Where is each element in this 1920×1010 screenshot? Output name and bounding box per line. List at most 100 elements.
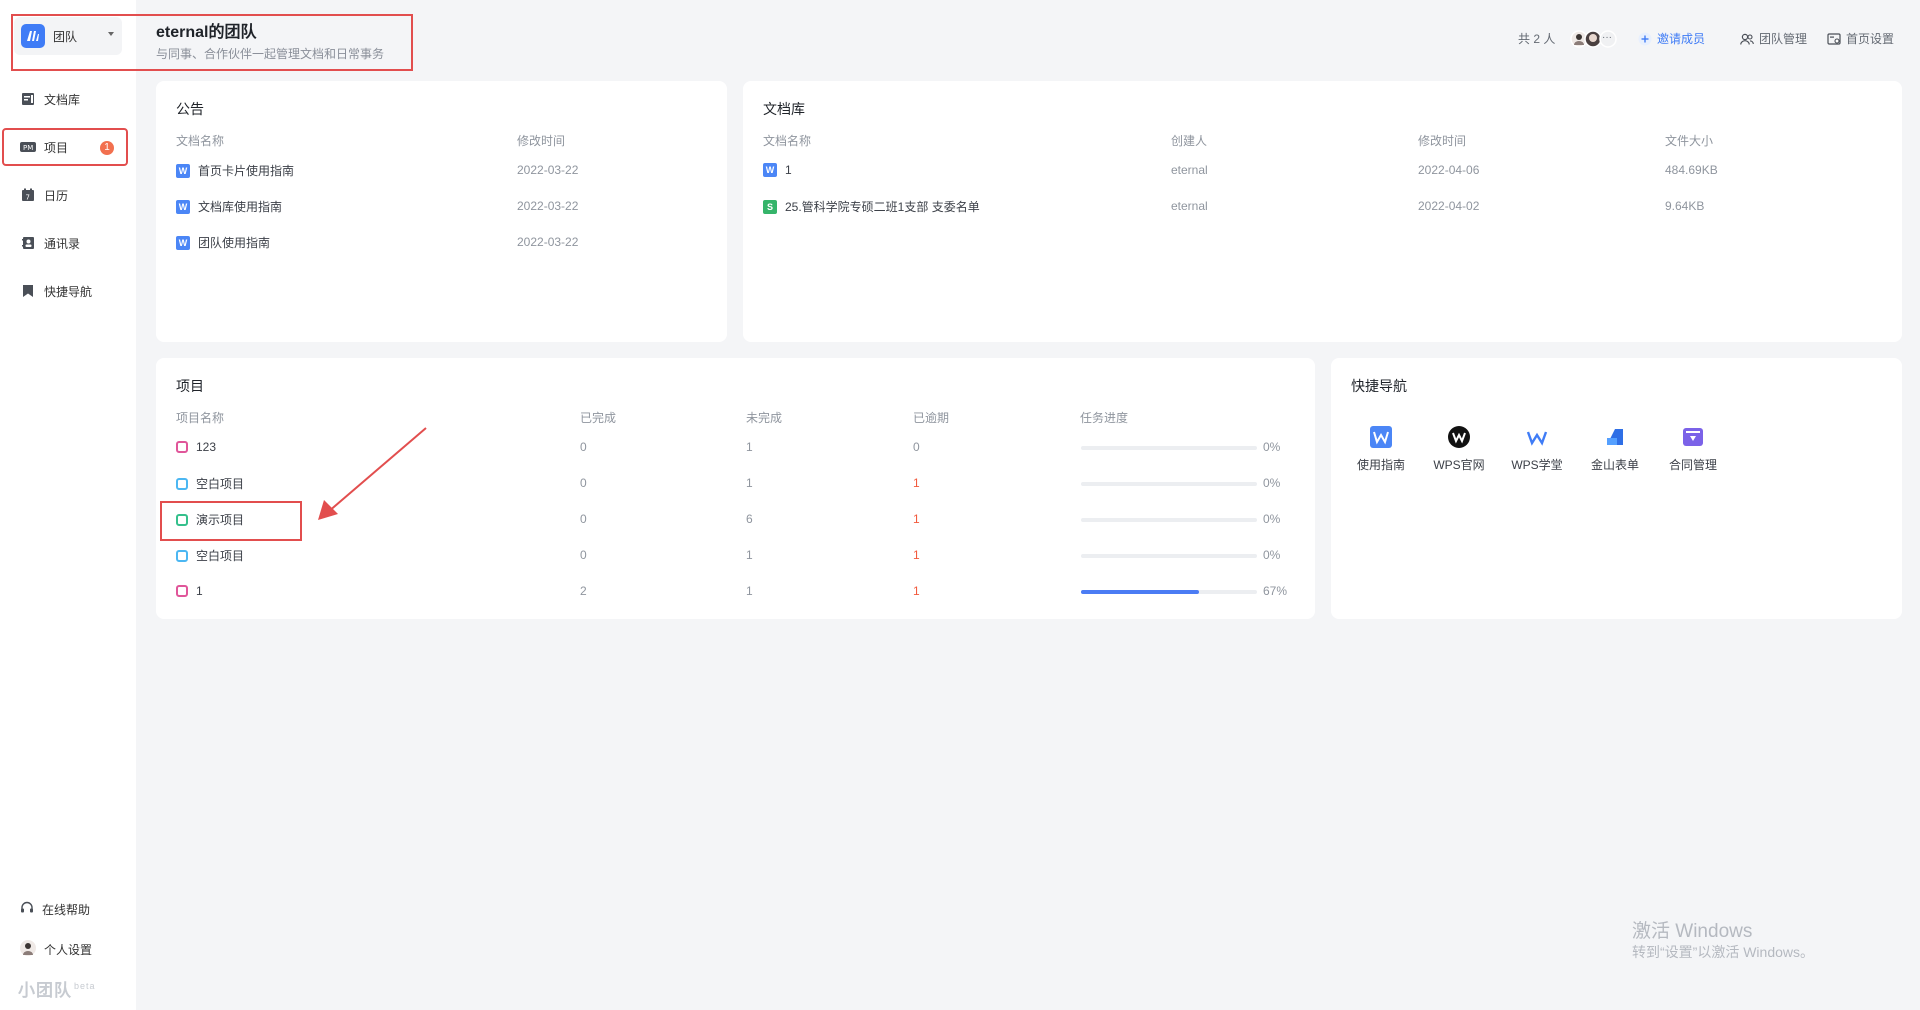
table-row-project[interactable]: 演示项目 <box>176 511 244 528</box>
table-row-project[interactable]: 空白项目 <box>176 475 244 492</box>
column-header: 项目名称 <box>176 411 225 425</box>
todo-count: 1 <box>746 440 753 454</box>
wps-school-icon <box>1524 424 1550 450</box>
progress-label: 0% <box>1263 548 1281 562</box>
todo-count: 1 <box>746 548 753 562</box>
card-title: 公告 <box>176 101 204 117</box>
member-count: 共 2 人 <box>1518 32 1556 46</box>
column-header: 文件大小 <box>1665 134 1714 148</box>
column-header: 文档名称 <box>176 134 225 148</box>
sidebar-item-label: 快捷导航 <box>44 284 93 299</box>
sidebar-item-projects[interactable]: PM 项目 1 <box>2 128 128 166</box>
doc-modified-time: 2022-03-22 <box>517 235 579 249</box>
svg-text:PM: PM <box>23 144 33 152</box>
quicknav-item-forms[interactable]: 金山表单 <box>1580 424 1650 473</box>
doc-name: 文档库使用指南 <box>198 200 283 214</box>
sidebar-item-quicknav[interactable]: 快捷导航 <box>4 273 128 309</box>
overdue-count: 1 <box>913 584 920 598</box>
brand-logo: 小团队 beta <box>18 981 96 1000</box>
table-row-project[interactable]: 空白项目 <box>176 547 244 564</box>
project-name: 123 <box>196 439 217 454</box>
table-row-project[interactable]: 1 <box>176 583 203 598</box>
todo-count: 1 <box>746 476 753 490</box>
contract-icon <box>1680 424 1706 450</box>
project-color-icon <box>176 477 188 490</box>
word-doc-icon: W <box>176 235 190 250</box>
column-header: 未完成 <box>746 411 783 425</box>
windows-activation-hint: 转到“设置”以激活 Windows。 <box>1632 944 1815 960</box>
quicknav-item-wps-site[interactable]: WPS官网 <box>1424 424 1494 473</box>
team-manage-label: 团队管理 <box>1759 32 1808 46</box>
progress-label: 0% <box>1263 440 1281 454</box>
word-doc-icon: W <box>176 163 190 178</box>
home-settings-label: 首页设置 <box>1846 32 1895 46</box>
plus-circle-icon <box>1638 32 1652 45</box>
column-header: 修改时间 <box>517 134 566 148</box>
team-manage-button[interactable]: 团队管理 <box>1740 30 1807 47</box>
sidebar-item-label: 通讯录 <box>44 236 81 251</box>
table-row-doc[interactable]: W 首页卡片使用指南 <box>176 162 294 179</box>
personal-settings-link[interactable]: 个人设置 <box>20 939 92 959</box>
doc-name: 首页卡片使用指南 <box>198 164 295 178</box>
column-header: 已完成 <box>580 411 617 425</box>
quicknav-label: 使用指南 <box>1356 458 1405 472</box>
progress-bar <box>1081 590 1257 594</box>
doc-modified-time: 2022-04-06 <box>1418 163 1480 177</box>
invite-label: 邀请成员 <box>1657 32 1706 46</box>
project-name: 空白项目 <box>196 477 245 491</box>
page-subtitle: 与同事、合作伙伴一起管理文档和日常事务 <box>156 47 385 61</box>
settings-card-icon <box>1827 32 1841 45</box>
project-color-icon <box>176 549 188 562</box>
sidebar: 团队 文档库 PM 项目 1 7 日历 通讯录 快捷导航 在线帮助 个人设置 小… <box>0 0 136 1010</box>
spreadsheet-icon: S <box>763 199 777 214</box>
online-help-link[interactable]: 在线帮助 <box>20 899 90 919</box>
word-doc-icon: W <box>176 199 190 214</box>
member-avatars[interactable]: ··· <box>1570 30 1622 48</box>
project-color-icon <box>176 440 188 453</box>
progress-bar <box>1081 446 1257 450</box>
sidebar-item-calendar[interactable]: 7 日历 <box>4 177 128 213</box>
quicknav-label: WPS官网 <box>1433 458 1485 472</box>
sidebar-item-contacts[interactable]: 通讯录 <box>4 225 128 261</box>
invite-members-button[interactable]: 邀请成员 <box>1638 30 1705 47</box>
calendar-icon: 7 <box>20 187 36 203</box>
quicknav-item-guide[interactable]: 使用指南 <box>1346 424 1416 473</box>
quicknav-item-wps-school[interactable]: WPS学堂 <box>1502 424 1572 473</box>
table-row-doc[interactable]: W 文档库使用指南 <box>176 198 282 215</box>
doc-size: 9.64KB <box>1665 199 1705 213</box>
avatar <box>20 939 36 959</box>
table-row-doc[interactable]: W1 <box>763 162 792 177</box>
sidebar-item-label: 项目 <box>44 140 69 155</box>
done-count: 0 <box>580 512 587 526</box>
sidebar-item-library[interactable]: 文档库 <box>4 81 128 117</box>
annotation-arrow <box>318 427 427 520</box>
quicknav-card: 快捷导航 使用指南 WPS官网 WPS学堂 金山表单 合同管理 <box>1331 358 1902 619</box>
column-header: 创建人 <box>1171 134 1208 148</box>
project-icon: PM <box>20 139 36 155</box>
sidebar-item-label: 文档库 <box>44 92 81 107</box>
todo-count: 1 <box>746 584 753 598</box>
doc-name: 1 <box>785 162 792 177</box>
library-icon <box>20 91 36 107</box>
windows-activation-watermark: 激活 Windows <box>1632 921 1753 942</box>
guide-doc-icon <box>1368 424 1394 450</box>
doc-modified-time: 2022-03-22 <box>517 199 579 213</box>
card-title: 文档库 <box>763 101 805 117</box>
card-title: 快捷导航 <box>1351 378 1407 394</box>
table-row-doc[interactable]: S 25.管科学院专硕二班1支部 支委名单 <box>763 198 980 215</box>
home-settings-button[interactable]: 首页设置 <box>1827 30 1894 47</box>
table-row-doc[interactable]: W 团队使用指南 <box>176 234 270 251</box>
library-card: 文档库 文档名称 创建人 修改时间 文件大小 W1 eternal 2022-0… <box>743 81 1902 342</box>
wps-logo-icon <box>1446 424 1472 450</box>
overdue-count: 1 <box>913 476 920 490</box>
todo-count: 6 <box>746 512 753 526</box>
table-row-project[interactable]: 123 <box>176 439 216 454</box>
doc-name: 25.管科学院专硕二班1支部 支委名单 <box>785 200 980 214</box>
doc-creator: eternal <box>1171 199 1208 213</box>
quicknav-item-contract[interactable]: 合同管理 <box>1658 424 1728 473</box>
done-count: 2 <box>580 584 587 598</box>
project-name: 演示项目 <box>196 513 245 527</box>
quicknav-label: 金山表单 <box>1590 458 1639 472</box>
users-icon <box>1740 33 1754 45</box>
progress-bar <box>1081 518 1257 522</box>
